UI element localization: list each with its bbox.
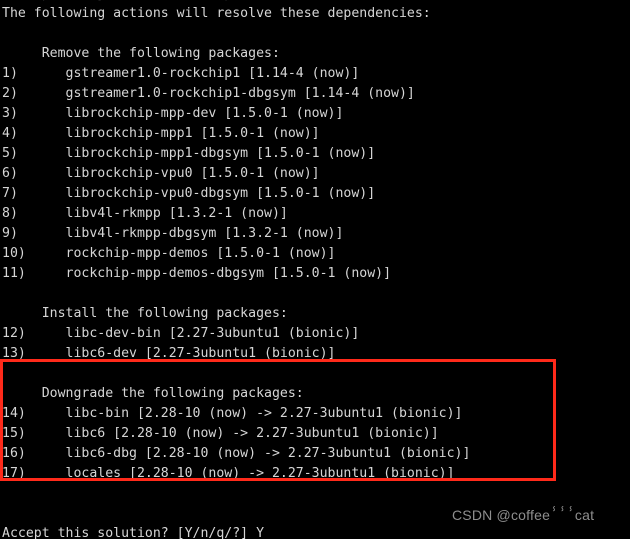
section-heading-downgrade: Downgrade the following packages:	[2, 386, 304, 401]
package-entry: 1) gstreamer1.0-rockchip1 [1.14-4 (now)]	[2, 66, 360, 81]
package-entry: 8) libv4l-rkmpp [1.3.2-1 (now)]	[2, 206, 288, 221]
package-entry: 4) librockchip-mpp1 [1.5.0-1 (now)]	[2, 126, 320, 141]
package-entry: 12) libc-dev-bin [2.27-3ubuntu1 (bionic)…	[2, 326, 360, 341]
package-entry: 15) libc6 [2.28-10 (now) -> 2.27-3ubuntu…	[2, 426, 439, 441]
package-entry: 6) librockchip-vpu0 [1.5.0-1 (now)]	[2, 166, 320, 181]
resolver-header-line: The following actions will resolve these…	[2, 6, 431, 21]
package-entry: 16) libc6-dbg [2.28-10 (now) -> 2.27-3ub…	[2, 446, 471, 461]
package-entry: 10) rockchip-mpp-demos [1.5.0-1 (now)]	[2, 246, 336, 261]
csdn-watermark: CSDN @coffeeⸯⸯⸯcat	[452, 507, 595, 523]
section-heading-install: Install the following packages:	[2, 306, 288, 321]
package-entry: 11) rockchip-mpp-demos-dbgsym [1.5.0-1 (…	[2, 266, 392, 281]
package-entry: 7) librockchip-vpu0-dbgsym [1.5.0-1 (now…	[2, 186, 376, 201]
package-entry: 2) gstreamer1.0-rockchip1-dbgsym [1.14-4…	[2, 86, 415, 101]
package-entry: 13) libc6-dev [2.27-3ubuntu1 (bionic)]	[2, 346, 336, 361]
terminal-screen: dependency resolution output The followi…	[0, 0, 630, 539]
package-entry: 14) libc-bin [2.28-10 (now) -> 2.27-3ubu…	[2, 406, 463, 421]
package-entry: 17) locales [2.28-10 (now) -> 2.27-3ubun…	[2, 466, 455, 481]
package-entry: 3) librockchip-mpp-dev [1.5.0-1 (now)]	[2, 106, 344, 121]
accept-solution-prompt[interactable]: Accept this solution? [Y/n/q/?] Y	[0, 524, 630, 539]
package-entry: 9) libv4l-rkmpp-dbgsym [1.3.2-1 (now)]	[2, 226, 344, 241]
scrollback-clipped-top-line: dependency resolution output	[0, 0, 630, 4]
package-entry: 5) librockchip-mpp1-dbgsym [1.5.0-1 (now…	[2, 146, 376, 161]
section-heading-remove: Remove the following packages:	[2, 46, 280, 61]
terminal-window[interactable]: dependency resolution output The followi…	[0, 0, 630, 539]
